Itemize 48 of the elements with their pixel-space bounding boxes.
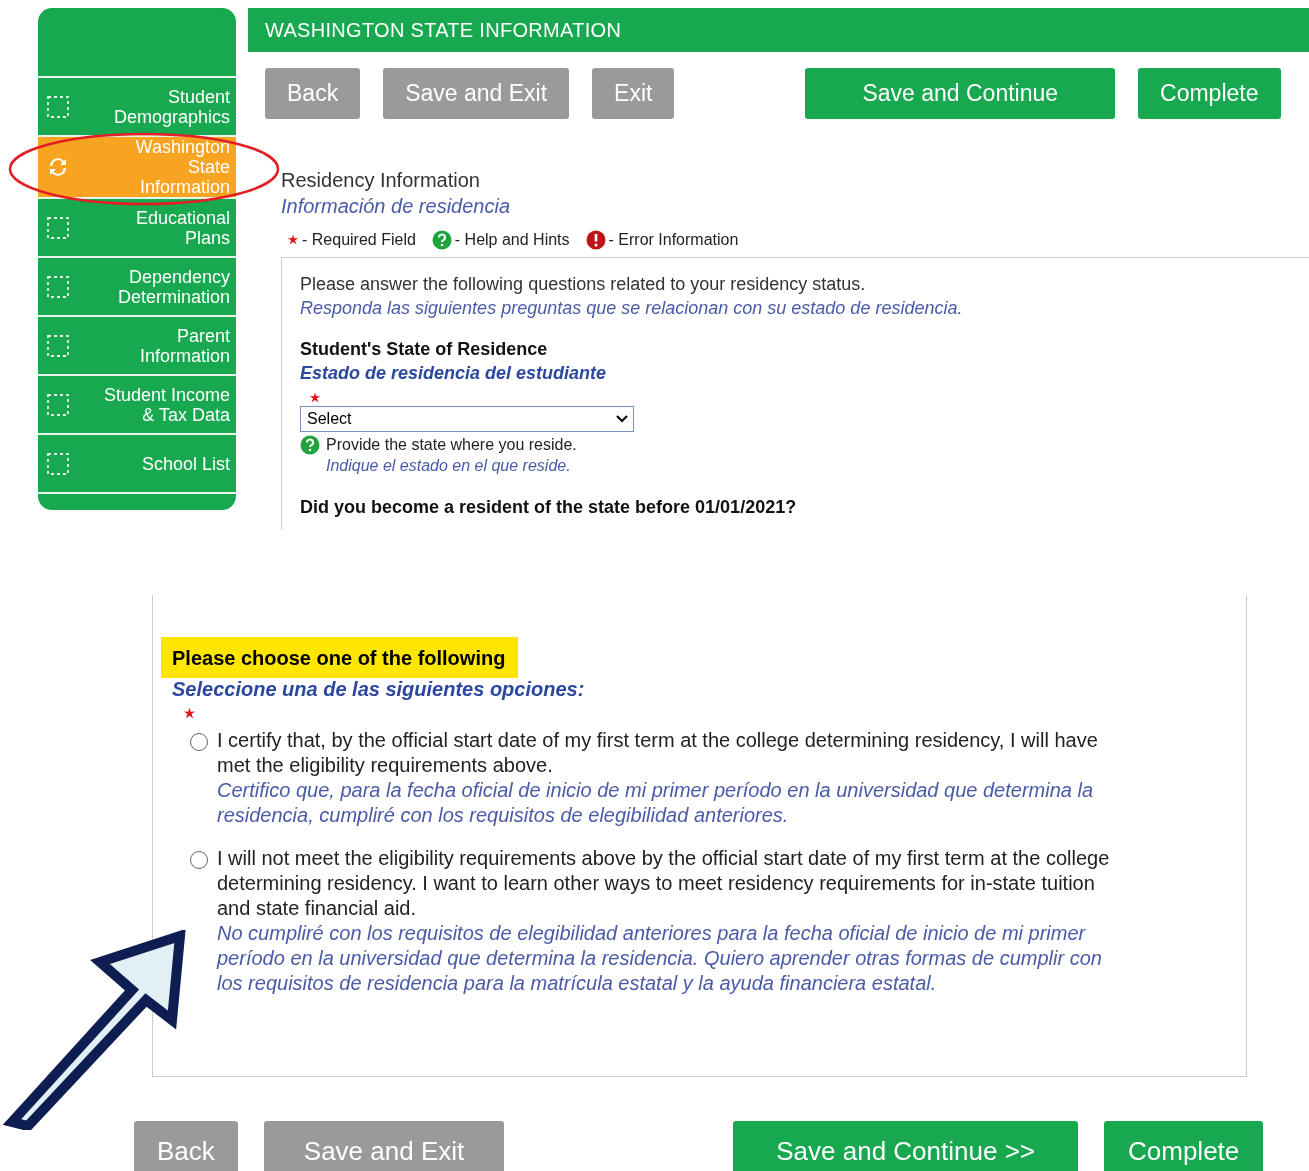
help-icon	[300, 435, 320, 455]
dashed-square-icon	[46, 94, 70, 119]
field-label: Student's State of Residence	[300, 339, 549, 360]
nav-button[interactable]: Complete	[1104, 1121, 1264, 1171]
nav-button[interactable]: Save and Continue >>	[733, 1121, 1078, 1171]
dashed-square-icon	[46, 274, 70, 299]
question-text: Did you become a resident of the state before 01/01/2021?	[300, 497, 798, 518]
choices-heading-spanish: Seleccione una de las siguientes opciones:	[172, 678, 586, 701]
section-title: Residency Information	[281, 169, 481, 192]
chevron-down-icon	[616, 415, 628, 423]
legend-label: - Help and Hints	[454, 231, 570, 249]
intro-text: Please answer the following questions related to your residency status.	[300, 274, 867, 295]
required-asterisk-icon	[287, 234, 299, 246]
legend-label: - Error Information	[608, 231, 739, 249]
nav-button[interactable]: Complete	[1138, 68, 1281, 119]
option-text-spanish: Certifico que, para la fecha oficial de inicio de mi primer período en la universidad que determina la residencia, cumpliré con los requisitos de elegibilidad anteriores.	[217, 778, 1095, 828]
nav-button[interactable]: Back	[265, 68, 361, 119]
option-text: I certify that, by the official start date of my first term at the college determining residency, I will have met the eligibility requirements above.	[217, 728, 1099, 778]
sidebar-item[interactable]: School List	[38, 435, 236, 494]
legend-label: - Required Field	[302, 231, 416, 249]
hint-text-spanish: Indique el estado en el que reside.	[326, 457, 572, 475]
nav-button[interactable]: Exit	[592, 68, 675, 119]
dashed-square-icon	[46, 392, 70, 417]
dashed-square-icon	[46, 451, 70, 476]
option-text: I will not meet the eligibility requirements above by the official start date of my first term at the college determining residency. I want to learn other ways to meet residency requirements for in-state tuition and state financial aid.	[217, 846, 1111, 921]
required-asterisk-icon	[309, 392, 321, 404]
sidebar-item[interactable]: Educational Plans	[38, 199, 236, 258]
required-asterisk-icon	[183, 707, 196, 720]
choices-heading: Please choose one of the following	[161, 637, 519, 678]
dashed-square-icon	[46, 333, 70, 358]
dashed-square-icon	[46, 215, 70, 240]
page-header: WASHINGTON STATE INFORMATION	[248, 8, 1309, 52]
hint-text: Provide the state where you reside.	[326, 436, 577, 454]
sidebar-item[interactable]: Washington State Information	[38, 137, 236, 199]
nav-button[interactable]: Save and Continue	[805, 68, 1116, 119]
field-label-spanish: Estado de residencia del estudiante	[300, 363, 608, 384]
nav-button[interactable]: Save and Exit	[263, 1121, 505, 1171]
nav-button[interactable]: Save and Exit	[383, 68, 570, 119]
nav-button[interactable]: Back	[134, 1121, 238, 1171]
sidebar-item[interactable]: Dependency Determination	[38, 258, 236, 317]
error-icon	[585, 230, 606, 250]
section-title-spanish: Información de residencia	[281, 195, 511, 218]
help-icon	[431, 230, 452, 250]
intro-text-spanish: Responda las siguientes preguntas que se relacionan con su estado de residencia.	[300, 298, 964, 319]
option-text-spanish: No cumpliré con los requisitos de elegibilidad anteriores para la fecha oficial de inicio de mi primer período en la universidad que determina la residencia. Quiero aprender otras formas de cumplir con los requisitos de residencia para la matrícula estatal y la ayuda financiera estatal.	[217, 921, 1103, 996]
sidebar-item[interactable]: Parent Information	[38, 317, 236, 376]
sidebar-item[interactable]: Student Income & Tax Data	[38, 376, 236, 435]
state-dropdown[interactable]: Select	[300, 406, 634, 432]
